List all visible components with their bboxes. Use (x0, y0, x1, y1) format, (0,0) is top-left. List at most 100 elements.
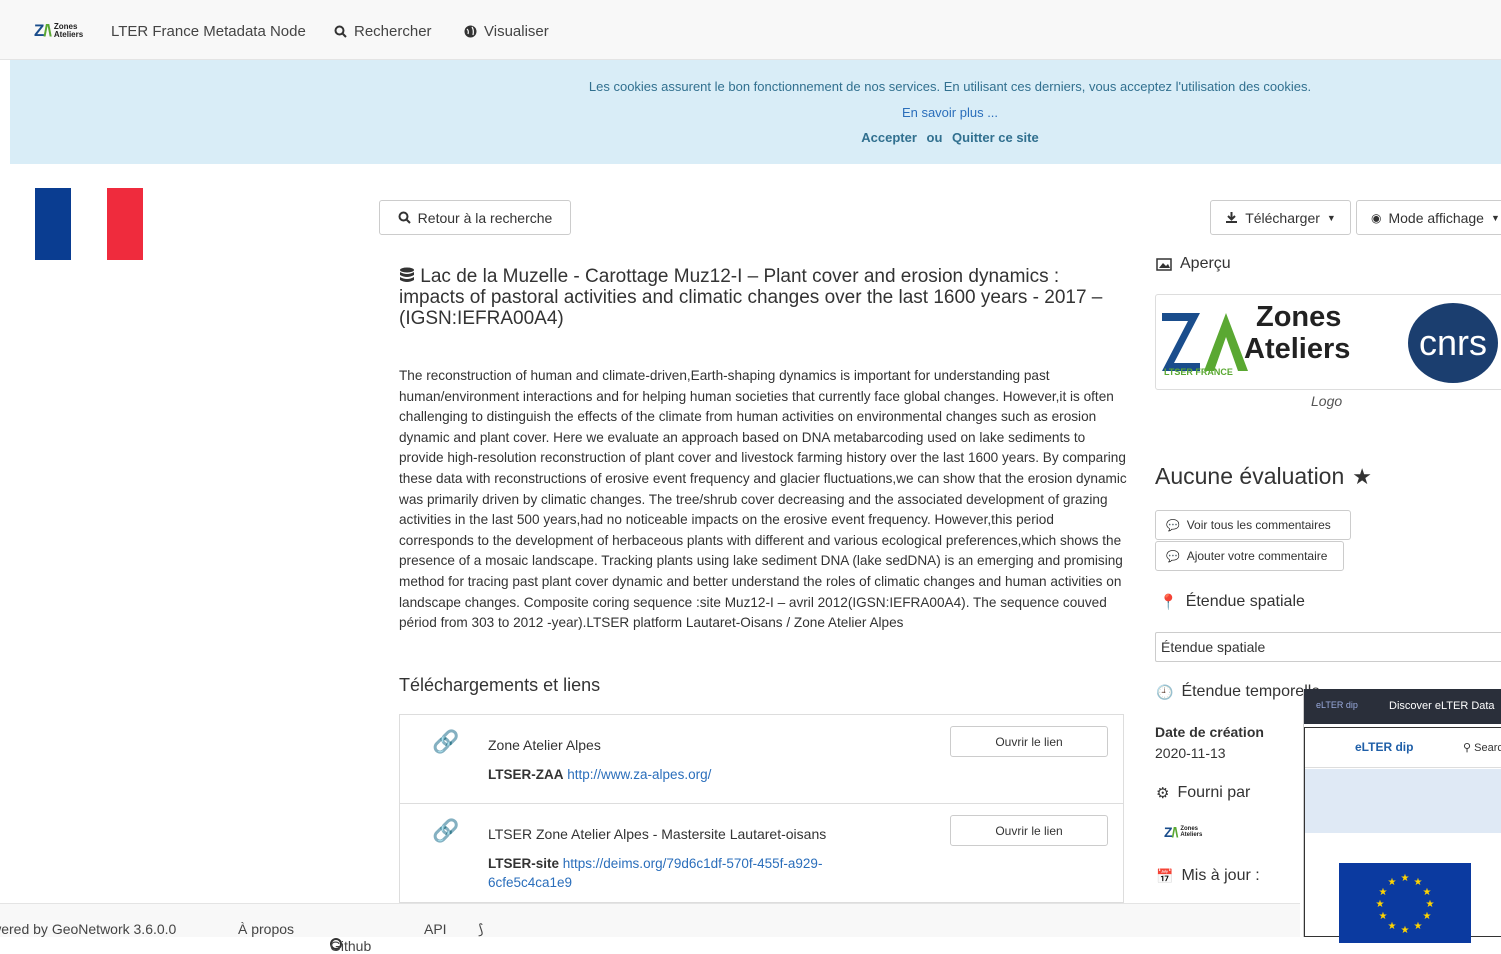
spatial-heading: 📍 Étendue spatiale (1156, 593, 1305, 611)
za-logo-mark: Z/\ (1164, 824, 1178, 840)
rss-icon[interactable]: ⟆ (478, 921, 483, 938)
preview-ltser-text: LTSER FRANCE (1164, 367, 1233, 377)
clock-icon: 🕘 (1156, 683, 1174, 700)
elter-search-link[interactable]: ⚲ Search (1463, 741, 1501, 754)
svg-text:★: ★ (1423, 911, 1432, 922)
svg-text:★: ★ (1414, 877, 1423, 888)
provider-logo[interactable]: Z/\ Zones Ateliers (1164, 824, 1208, 840)
link-item: 🔗 LTSER Zone Atelier Alpes - Mastersite … (399, 803, 1124, 903)
elter-nav-link[interactable]: Discover eLTER Data (1389, 700, 1495, 712)
globe-icon (464, 25, 477, 38)
cookie-banner: Les cookies assurent le bon fonctionneme… (10, 60, 1501, 164)
elter-banner (1305, 769, 1501, 833)
link-item-prefix: LTSER-ZAA (488, 767, 564, 782)
elter-inner-page: eLTER dip ⚲ Search ★★★★ ★★★★ ★★★★ (1304, 727, 1501, 943)
back-to-search-label: Retour à la recherche (417, 209, 553, 226)
comment-icon: 💬 (1166, 550, 1180, 563)
search-icon (398, 211, 411, 224)
cnrs-logo: cnrs (1408, 303, 1498, 383)
image-icon (1156, 257, 1172, 271)
svg-text:★: ★ (1401, 925, 1410, 936)
nav-visualize[interactable]: Visualiser (464, 23, 549, 40)
download-dropdown-button[interactable]: Télécharger ▼ (1210, 200, 1351, 235)
eu-flag-icon: ★ ★★★ ★★★★ ★★★★ (1339, 863, 1471, 943)
svg-text:★: ★ (1379, 887, 1388, 898)
link-item-name: LTSER Zone Atelier Alpes - Mastersite La… (488, 826, 827, 842)
footer-powered-by[interactable]: Powered by GeoNetwork 3.6.0.0 (0, 921, 176, 937)
elter-inner-header: eLTER dip ⚲ Search (1305, 728, 1501, 768)
preview-heading: Aperçu (1156, 255, 1231, 273)
footer-api-link[interactable]: API (424, 921, 447, 937)
spatial-extent-field[interactable]: Étendue spatiale (1155, 632, 1501, 662)
footer-github-label: Github (330, 938, 372, 954)
cookie-message: Les cookies assurent le bon fonctionneme… (588, 79, 1312, 94)
svg-text:★: ★ (1426, 899, 1435, 910)
elter-topbar: eLTER dip Discover eLTER Data (1304, 689, 1501, 724)
flag-blue-band (35, 188, 71, 260)
cookie-learn-more-link[interactable]: En savoir plus ... (902, 105, 998, 120)
nav-visualize-label: Visualiser (484, 23, 549, 40)
svg-text:★: ★ (1423, 887, 1432, 898)
display-mode-dropdown-button[interactable]: ◉ Mode affichage ▼ (1356, 200, 1501, 235)
record-title: Lac de la Muzelle - Carottage Muz12-I – … (399, 266, 1129, 329)
site-logo[interactable]: Z/\ Zones Ateliers (34, 21, 94, 41)
rating-text: Aucune évaluation (1155, 463, 1345, 489)
za-big-logo-mark (1162, 313, 1248, 371)
footer-about-link[interactable]: À propos (238, 921, 294, 937)
nav-search[interactable]: Rechercher (334, 23, 432, 40)
view-comments-button[interactable]: 💬 Voir tous les commentaires (1155, 510, 1351, 540)
preview-ateliers-text: Ateliers (1244, 333, 1351, 365)
preview-caption: Logo (1311, 393, 1343, 409)
link-icon: 🔗 (432, 818, 460, 843)
eye-icon: ◉ (1371, 210, 1382, 225)
flag-white-band (71, 188, 107, 260)
site-title-link[interactable]: LTER France Metadata Node (111, 23, 306, 40)
open-link-button[interactable]: Ouvrir le lien (950, 815, 1108, 846)
preview-zones-text: Zones (1256, 301, 1342, 333)
creation-date-value: 2020-11-13 (1155, 745, 1226, 761)
elter-overlay-window[interactable]: eLTER dip Discover eLTER Data eLTER dip … (1303, 689, 1501, 943)
svg-text:★: ★ (1376, 899, 1385, 910)
cookie-or-text: ou (926, 130, 943, 145)
back-to-search-button[interactable]: Retour à la recherche (379, 200, 571, 235)
download-icon (1226, 212, 1238, 223)
link-item-prefix: LTSER-site (488, 856, 560, 871)
cookie-quit-link[interactable]: Quitter ce site (952, 130, 1039, 145)
open-link-button[interactable]: Ouvrir le lien (950, 726, 1108, 757)
svg-text:★: ★ (1388, 877, 1397, 888)
preview-image[interactable]: LTSER FRANCE Zones Ateliers cnrs (1155, 294, 1501, 390)
downloads-title: Téléchargements et liens (399, 675, 601, 695)
elter-brand-small[interactable]: eLTER dip (1316, 700, 1358, 710)
link-item-name: Zone Atelier Alpes (488, 737, 601, 753)
download-label: Télécharger (1245, 209, 1320, 226)
link-item: 🔗 Zone Atelier Alpes LTSER-ZAA http://ww… (399, 714, 1124, 804)
link-icon: 🔗 (432, 729, 460, 754)
nav-search-label: Rechercher (354, 23, 432, 40)
calendar-icon: 📅 (1156, 867, 1174, 884)
svg-text:★: ★ (1414, 921, 1423, 932)
elter-logo[interactable]: eLTER dip (1355, 740, 1413, 754)
caret-down-icon: ▼ (1490, 212, 1500, 223)
preview-heading-text: Aperçu (1180, 255, 1231, 272)
language-flag-fr[interactable] (35, 188, 143, 260)
link-item-url[interactable]: http://www.za-alpes.org/ (567, 767, 711, 782)
updated-heading: 📅 Mis à jour : (1156, 867, 1260, 885)
caret-down-icon: ▼ (1326, 212, 1336, 223)
za-logo-text: Zones Ateliers (53, 22, 84, 39)
temporal-heading: 🕘 Étendue temporelle (1156, 683, 1320, 701)
add-comment-label: Ajouter votre commentaire (1186, 549, 1328, 563)
svg-text:★: ★ (1401, 873, 1410, 884)
elter-search-label: Search (1474, 742, 1501, 754)
add-comment-button[interactable]: 💬 Ajouter votre commentaire (1155, 541, 1344, 571)
comments-icon: 💬 (1166, 519, 1180, 532)
search-icon (334, 25, 347, 38)
display-mode-label: Mode affichage (1388, 209, 1484, 226)
star-icon: ★ (1352, 463, 1372, 489)
view-comments-label: Voir tous les commentaires (1186, 518, 1331, 532)
map-marker-icon: 📍 (1159, 594, 1178, 611)
footer: Powered by GeoNetwork 3.6.0.0 À propos G… (0, 903, 1300, 954)
link-item-url-line: LTSER-ZAA http://www.za-alpes.org/ (488, 765, 848, 784)
record-title-text: Lac de la Muzelle - Carottage Muz12-I – … (399, 266, 1103, 329)
za-logo-mark: Z/\ (34, 21, 52, 40)
cookie-accept-link[interactable]: Accepter (861, 130, 917, 145)
